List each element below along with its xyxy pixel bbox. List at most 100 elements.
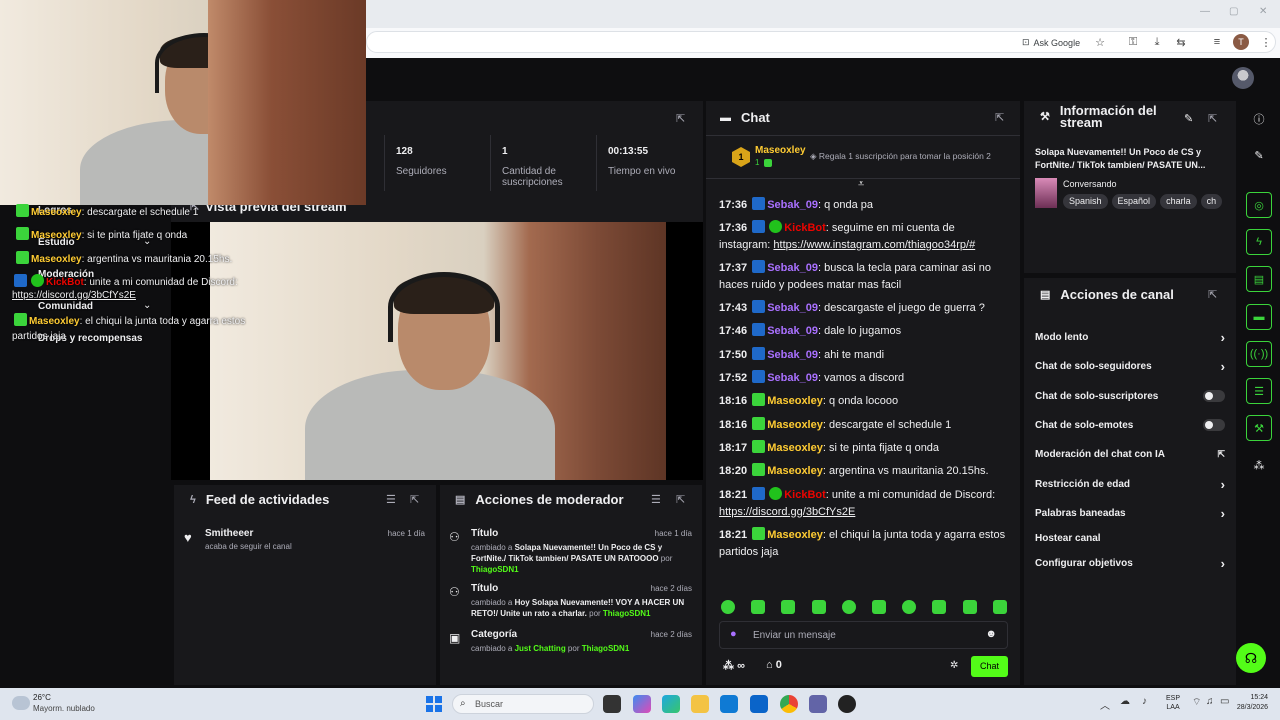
filter-icon[interactable]: ☰	[386, 493, 396, 506]
overlay-discord-link[interactable]: https://discord.gg/3bCfYs2E	[12, 290, 136, 301]
file-explorer-icon[interactable]	[691, 695, 709, 713]
channel-action-row[interactable]: Modo lento ›	[1035, 330, 1225, 345]
clip-icon[interactable]: ◎	[1246, 192, 1272, 218]
maximize-button[interactable]: ▢	[1229, 6, 1238, 17]
outlook-icon[interactable]	[750, 695, 768, 713]
emote-icon[interactable]	[811, 600, 826, 614]
chat-username[interactable]: Sebak_09	[767, 262, 818, 274]
message-link[interactable]: https://discord.gg/3bCfYs2E	[719, 506, 855, 518]
popout-icon[interactable]: ⇱	[1208, 288, 1217, 301]
chat-input[interactable]: ● Enviar un mensaje ☻	[719, 621, 1008, 649]
edge-icon[interactable]	[662, 695, 680, 713]
collapse-arrow-icon[interactable]: ⩡	[858, 178, 864, 191]
category-name[interactable]: Conversando	[1063, 179, 1117, 189]
weather-temp[interactable]: 26°C	[33, 693, 51, 702]
chrome-icon[interactable]	[780, 695, 798, 713]
channel-action-row[interactable]: Chat de solo-emotes	[1035, 418, 1225, 432]
nav-item-community[interactable]: Comunidad	[38, 301, 93, 312]
emoji-icon[interactable]: ☻	[985, 628, 997, 640]
teams-icon[interactable]	[809, 695, 827, 713]
chat-username[interactable]: Sebak_09	[767, 199, 818, 211]
wrench-icon[interactable]: ⚒	[1246, 415, 1272, 441]
bookmark-star-icon[interactable]: ☆	[1092, 34, 1108, 50]
broadcast-icon[interactable]: ((·))	[1246, 341, 1272, 367]
taskbar-search[interactable]: ⌕ Buscar	[452, 694, 594, 714]
chat-username[interactable]: KickBot	[784, 222, 826, 234]
edit-pencil-icon[interactable]: ✎	[1184, 112, 1193, 125]
filter-icon[interactable]: ☰	[651, 493, 661, 506]
channel-action-row[interactable]: Chat de solo-suscriptores	[1035, 389, 1225, 403]
message-link[interactable]: https://www.instagram.com/thiagoo34rp/#	[773, 239, 975, 251]
chat-username[interactable]: Sebak_09	[767, 302, 818, 314]
popout-icon[interactable]: ⇱	[676, 493, 685, 506]
popout-icon[interactable]: ⇱	[676, 112, 685, 125]
external-link-icon[interactable]: ⇱	[1217, 449, 1225, 460]
channel-points[interactable]: ⁂ ∞	[723, 659, 745, 672]
chat-username[interactable]: Maseoxley	[767, 465, 823, 477]
toggle-switch[interactable]	[1203, 419, 1225, 431]
tag-chip[interactable]: charla	[1160, 194, 1197, 209]
channel-action-row[interactable]: Hostear canal	[1035, 531, 1225, 545]
chat-username[interactable]: Sebak_09	[767, 349, 818, 361]
chat-username[interactable]: Maseoxley	[767, 419, 823, 431]
chat-username[interactable]: Maseoxley	[767, 529, 823, 541]
channel-action-row[interactable]: Restricción de edad ›	[1035, 477, 1225, 492]
store-points[interactable]: ⌂ 0	[766, 659, 782, 671]
support-headset-icon[interactable]: ☊	[1236, 643, 1266, 673]
wifi-icon[interactable]: ⌔	[1192, 696, 1201, 709]
popout-icon[interactable]: ⇱	[410, 493, 419, 506]
add-quick-action-icon[interactable]: ⁂	[1246, 452, 1272, 478]
volume-icon[interactable]: ♫	[1206, 696, 1214, 707]
microphone-icon[interactable]: ●	[730, 628, 737, 640]
minimize-button[interactable]: —	[1200, 6, 1210, 17]
browser-menu-icon[interactable]: ⋮	[1258, 34, 1274, 50]
chevron-up-icon[interactable]: ︿	[1100, 697, 1110, 712]
popout-icon[interactable]: ⇱	[1208, 112, 1217, 125]
chat-username[interactable]: Sebak_09	[767, 325, 818, 337]
emote-icon[interactable]	[932, 600, 947, 614]
sliders-icon[interactable]: ☰	[1246, 378, 1272, 404]
channel-action-row[interactable]: Configurar objetivos ›	[1035, 556, 1225, 571]
emote-icon[interactable]	[781, 600, 796, 614]
info-icon[interactable]: ⓘ	[1246, 106, 1272, 132]
reading-list-icon[interactable]: ≡	[1209, 34, 1225, 50]
obs-icon[interactable]	[838, 695, 856, 713]
category-thumbnail[interactable]	[1035, 178, 1057, 208]
chat-username[interactable]: Sebak_09	[767, 372, 818, 384]
close-window-button[interactable]: ✕	[1259, 6, 1267, 17]
download-icon[interactable]: ⤓	[1149, 34, 1165, 50]
task-view-icon[interactable]	[603, 695, 621, 713]
emote-icon[interactable]	[872, 600, 886, 614]
chat-username[interactable]: KickBot	[784, 489, 826, 501]
password-key-icon[interactable]: ⚿	[1125, 34, 1141, 50]
ask-google-button[interactable]: ⊡ Ask Google	[1016, 34, 1086, 51]
emote-icon[interactable]	[992, 600, 1007, 614]
chat-bubble-icon[interactable]: ▬	[1246, 304, 1272, 330]
channel-action-row[interactable]: Moderación del chat con IA ⇱	[1035, 447, 1225, 461]
chat-username[interactable]: Maseoxley	[767, 395, 823, 407]
battery-icon[interactable]: ▭	[1220, 696, 1229, 707]
emote-icon[interactable]	[721, 600, 735, 614]
language-indicator[interactable]: ESP LAA	[1166, 694, 1180, 712]
channel-action-row[interactable]: Palabras baneadas ›	[1035, 506, 1225, 521]
translate-icon[interactable]: ⇆	[1173, 34, 1189, 50]
send-chat-button[interactable]: Chat	[971, 656, 1008, 677]
copilot-icon[interactable]	[633, 695, 651, 713]
popout-icon[interactable]: ⇱	[995, 111, 1004, 124]
edit-pencil-icon[interactable]: ✎	[1246, 142, 1272, 168]
channel-action-row[interactable]: Chat de solo-seguidores ›	[1035, 359, 1225, 374]
user-avatar[interactable]	[1232, 67, 1254, 89]
microphone-icon[interactable]: ♪	[1142, 696, 1147, 707]
lightning-icon[interactable]: ϟ	[1246, 229, 1272, 255]
cloud-sync-icon[interactable]: ☁	[1120, 696, 1130, 707]
profile-avatar[interactable]: T	[1233, 34, 1249, 50]
store-icon[interactable]	[720, 695, 738, 713]
tag-chip[interactable]: Spanish	[1063, 194, 1108, 209]
emote-icon[interactable]	[841, 600, 856, 614]
document-icon[interactable]: ▤	[1246, 266, 1272, 292]
stream-video[interactable]	[210, 222, 666, 480]
toggle-switch[interactable]	[1203, 390, 1225, 402]
weather-desc[interactable]: Mayorm. nublado	[33, 704, 95, 713]
chat-settings-icon[interactable]: ✲	[950, 660, 958, 671]
emote-icon[interactable]	[751, 600, 766, 614]
